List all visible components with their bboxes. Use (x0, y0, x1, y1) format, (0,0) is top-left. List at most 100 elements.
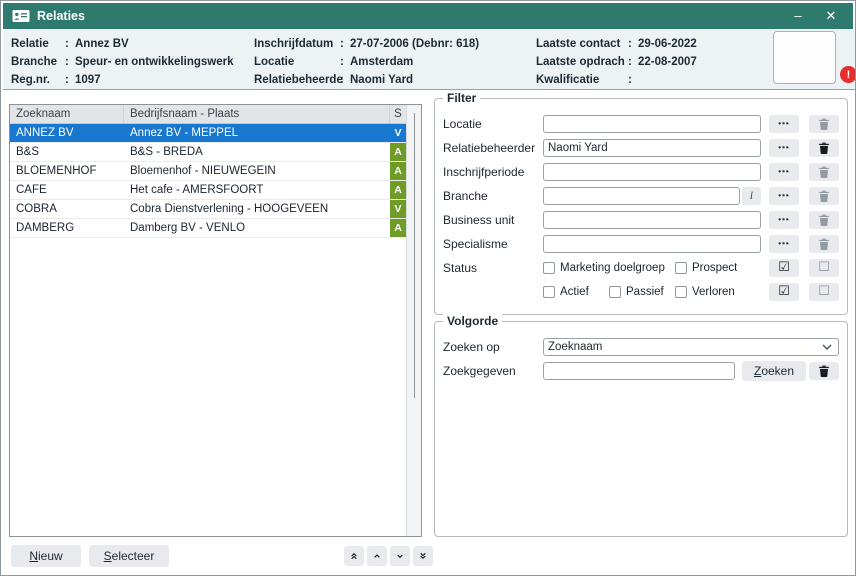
status-option-actief: Actief (543, 286, 609, 298)
nieuw-button[interactable]: Nieuw (11, 545, 81, 567)
table-row[interactable]: BLOEMENHOF Bloemenhof - NIEUWEGEIN A (10, 162, 406, 181)
clear-all-status-button[interactable]: ☐ (809, 259, 839, 277)
contacts-icon (12, 9, 30, 23)
status-row-2: Actief Passief Verloren ☑ ☐ (443, 282, 839, 301)
column-header-zoeknaam[interactable]: Zoeknaam (10, 105, 124, 123)
table-row[interactable]: COBRA Cobra Dienstverlening - HOOGEVEEN … (10, 200, 406, 219)
header-field-regnr: Reg.nr.:1097 (11, 71, 233, 89)
list-navigation (344, 546, 433, 566)
ellipsis-icon: ••• (778, 215, 789, 224)
ellipsis-icon: ••• (778, 239, 789, 248)
table-row[interactable]: DAMBERG Damberg BV - VENLO A (10, 219, 406, 238)
inschrijfperiode-input[interactable] (543, 163, 761, 181)
zoeken-op-select[interactable]: Zoeknaam (543, 338, 839, 356)
inschrijfperiode-lookup-button[interactable]: ••• (769, 163, 799, 181)
specialisme-clear-button[interactable] (809, 235, 839, 253)
filter-row-business-unit: Business unit ••• (443, 210, 839, 229)
branche-input[interactable] (543, 187, 740, 205)
window-title: Relaties (37, 9, 778, 23)
status-option-prospect: Prospect (675, 262, 737, 274)
scroll-up-button[interactable] (367, 546, 387, 566)
locatie-lookup-button[interactable]: ••• (769, 115, 799, 133)
chevron-down-icon (822, 344, 832, 350)
chevrons-up-icon (350, 550, 358, 562)
trash-icon (817, 364, 831, 378)
zoekgegeven-clear-button[interactable] (809, 362, 839, 380)
ellipsis-icon: ••• (778, 119, 789, 128)
business-unit-input[interactable] (543, 211, 761, 229)
scroll-first-button[interactable] (344, 546, 364, 566)
filter-row-specialisme: Specialisme ••• (443, 234, 839, 253)
trash-icon (817, 189, 831, 203)
record-header: Relatie:Annez BV Branche:Speur- en ontwi… (3, 29, 855, 90)
header-field-relatiebeheerder: Relatiebeheerde:Naomi Yard (254, 71, 479, 89)
actief-checkbox[interactable] (543, 286, 555, 298)
relations-list: Zoeknaam Bedrijfsnaam - Plaats S ANNEZ B… (9, 104, 422, 537)
branche-info-button[interactable]: i (742, 187, 761, 205)
ellipsis-icon: ••• (778, 191, 789, 200)
select-all-status-button[interactable]: ☑ (769, 283, 799, 301)
ellipsis-icon: ••• (778, 167, 789, 176)
filter-row-branche: Branche i ••• (443, 186, 839, 205)
trash-icon (817, 213, 831, 227)
header-column-2: Inschrijfdatum:27-07-2006 (Debnr: 618) L… (254, 35, 479, 89)
business-unit-clear-button[interactable] (809, 211, 839, 229)
header-field-laatste-opdracht: Laatste opdrach:22-08-2007 (536, 53, 697, 71)
header-field-relatie: Relatie:Annez BV (11, 35, 233, 53)
relatiebeheerder-clear-button[interactable] (809, 139, 839, 157)
verloren-checkbox[interactable] (675, 286, 687, 298)
prospect-checkbox[interactable] (675, 262, 687, 274)
specialisme-input[interactable] (543, 235, 761, 253)
scroll-down-button[interactable] (390, 546, 410, 566)
table-row[interactable]: ANNEZ BV Annez BV - MEPPEL V (10, 124, 406, 143)
chevron-down-icon (396, 550, 404, 562)
relaties-window: Relaties – ✕ Relatie:Annez BV Branche:Sp… (0, 0, 856, 576)
business-unit-lookup-button[interactable]: ••• (769, 211, 799, 229)
filter-row-inschrijfperiode: Inschrijfperiode ••• (443, 162, 839, 181)
ellipsis-icon: ••• (778, 143, 789, 152)
table-row[interactable]: B&S B&S - BREDA A (10, 143, 406, 162)
alert-badge[interactable]: ! (840, 66, 856, 83)
relations-table: Zoeknaam Bedrijfsnaam - Plaats S ANNEZ B… (10, 105, 406, 536)
scrollbar-thumb[interactable] (414, 113, 415, 398)
trash-icon (817, 165, 831, 179)
select-all-status-button[interactable]: ☑ (769, 259, 799, 277)
header-field-locatie: Locatie:Amsterdam (254, 53, 479, 71)
header-column-1: Relatie:Annez BV Branche:Speur- en ontwi… (11, 35, 233, 89)
status-row-1: Status Marketing doelgroep Prospect ☑ ☐ (443, 258, 839, 277)
column-header-bedrijfsnaam[interactable]: Bedrijfsnaam - Plaats (124, 105, 390, 123)
selecteer-button[interactable]: Selecteer (89, 545, 169, 567)
clear-all-status-button[interactable]: ☐ (809, 283, 839, 301)
zoekgegeven-row: Zoekgegeven Zoeken (443, 361, 839, 380)
inschrijfperiode-clear-button[interactable] (809, 163, 839, 181)
vertical-scrollbar[interactable] (406, 105, 421, 536)
marketing-doelgroep-checkbox[interactable] (543, 262, 555, 274)
photo-placeholder (773, 31, 836, 84)
zoekgegeven-input[interactable] (543, 362, 735, 380)
table-header-row: Zoeknaam Bedrijfsnaam - Plaats S (10, 105, 406, 124)
zoeken-button[interactable]: Zoeken (742, 361, 806, 381)
status-cell: V (390, 200, 406, 218)
trash-icon (817, 117, 831, 131)
branche-lookup-button[interactable]: ••• (769, 187, 799, 205)
relatiebeheerder-input[interactable] (543, 139, 761, 157)
minimize-button[interactable]: – (785, 3, 811, 29)
passief-checkbox[interactable] (609, 286, 621, 298)
relatiebeheerder-lookup-button[interactable]: ••• (769, 139, 799, 157)
table-row[interactable]: CAFE Het cafe - AMERSFOORT A (10, 181, 406, 200)
specialisme-lookup-button[interactable]: ••• (769, 235, 799, 253)
branche-clear-button[interactable] (809, 187, 839, 205)
unchecked-box-icon: ☐ (818, 260, 830, 275)
header-field-inschrijfdatum: Inschrijfdatum:27-07-2006 (Debnr: 618) (254, 35, 479, 53)
checked-box-icon: ☑ (778, 284, 790, 299)
trash-icon (817, 141, 831, 155)
scroll-last-button[interactable] (413, 546, 433, 566)
column-header-status[interactable]: S (390, 108, 406, 120)
locatie-input[interactable] (543, 115, 761, 133)
status-cell: V (390, 124, 406, 142)
status-cell: A (390, 162, 406, 180)
close-button[interactable]: ✕ (818, 3, 844, 29)
locatie-clear-button[interactable] (809, 115, 839, 133)
chevron-up-icon (373, 550, 381, 562)
header-field-kwalificatie: Kwalificatie: (536, 71, 697, 89)
